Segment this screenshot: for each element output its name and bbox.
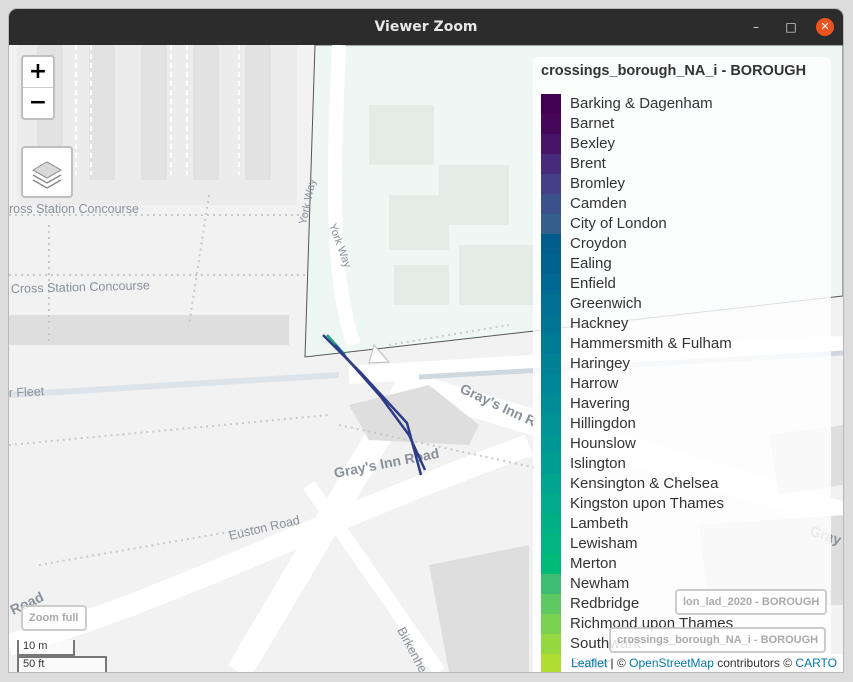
legend-item-label: Hounslow [570,435,636,452]
legend-title: crossings_borough_NA_i - BOROUGH [541,63,807,79]
legend-color-bar [541,94,561,672]
legend-swatch [541,134,561,154]
legend-item-label: Islington [570,455,626,472]
zoom-in-button[interactable]: + [23,57,53,87]
maximize-button[interactable]: □ [782,18,800,36]
legend-swatch [541,174,561,194]
close-button[interactable]: ✕ [816,18,834,36]
legend-swatch [541,314,561,334]
legend-item-label: Havering [570,395,631,412]
legend-swatch [541,294,561,314]
legend-swatch [541,114,561,134]
legend-swatch [541,534,561,554]
legend-item-label: City of London [570,215,667,232]
viewer-zoom-window: Viewer Zoom – □ ✕ ross Station Concourse… [9,9,843,672]
legend-item-label: Hillingdon [570,415,636,432]
legend-swatch [541,454,561,474]
legend-item-label: Barking & Dagenham [570,95,713,112]
legend-swatch [541,634,561,654]
legend-swatch [541,334,561,354]
leaflet-link[interactable]: Leaflet [571,656,607,670]
zoom-out-button[interactable]: − [23,87,53,118]
legend-item-label: Camden [570,195,627,212]
legend-item-label: Ealing [570,255,612,272]
legend-swatch [541,94,561,114]
legend-swatch [541,254,561,274]
legend-swatch [541,614,561,634]
legend-swatch [541,554,561,574]
legend-swatch [541,374,561,394]
zoom-full-button[interactable]: Zoom full [21,605,87,631]
legend-item-label: Greenwich [570,295,642,312]
window-title: Viewer Zoom [374,19,478,35]
legend-swatch [541,354,561,374]
legend-swatch [541,154,561,174]
legend-labels: Barking & Dagenham Barnet Bexley Brent Broml… [570,94,733,672]
legend-swatch [541,194,561,214]
legend-swatch [541,654,561,672]
legend-item-label: Bexley [570,135,616,152]
legend-item-label: Brent [570,155,606,172]
legend-swatch [541,574,561,594]
legend-item-label: Barnet [570,115,615,132]
legend-swatch [541,214,561,234]
scale-metric: 10 m [17,640,75,656]
scale-imperial: 50 ft [17,656,107,672]
legend-item-label: Bromley [570,175,626,192]
attribution: Leaflet | © OpenStreetMap contributors ©… [565,654,843,672]
legend-item-label: Hackney [570,315,629,332]
legend-swatch [541,394,561,414]
layer-button-crossings[interactable]: crossings_borough_NA_i - BOROUGH [609,627,827,653]
layers-control[interactable] [21,146,73,198]
minimize-button[interactable]: – [747,18,765,36]
legend-item-label: Harrow [570,375,619,392]
legend-item-label: Kensington & Chelsea [570,475,719,492]
layers-icon [31,161,63,189]
attribution-sep-2: contributors © [713,656,796,670]
legend-swatch [541,494,561,514]
legend-swatch [541,274,561,294]
legend-swatch [541,594,561,614]
legend-swatch [541,434,561,454]
legend-swatch [541,234,561,254]
legend-item-label: Kingston upon Thames [570,495,724,512]
zoom-control: + − [21,55,55,120]
map-canvas[interactable]: ross Station Concourse Cross Station Con… [9,45,843,672]
carto-link[interactable]: CARTO [795,656,837,670]
legend-item-label: Hammersmith & Fulham [570,335,732,352]
legend-item-label: Lewisham [570,535,638,552]
legend-item-label: Enfield [570,275,616,292]
label-station-concourse-1: ross Station Concourse [9,202,139,216]
legend-item-label: Merton [570,555,617,572]
attribution-sep-1: | © [607,656,630,670]
legend-swatch [541,414,561,434]
title-bar[interactable]: Viewer Zoom – □ ✕ [9,9,843,45]
osm-link[interactable]: OpenStreetMap [629,656,714,670]
layer-button-lad[interactable]: lon_lad_2020 - BOROUGH [675,589,828,615]
legend-item-label: Haringey [570,355,631,372]
legend-panel: crossings_borough_NA_i - BOROUGH Barking… [533,57,831,672]
label-fleet: r Fleet [9,384,45,400]
legend-item-label: Lambeth [570,515,629,532]
legend-swatch [541,514,561,534]
legend-item-label: Croydon [570,235,627,252]
legend-swatch [541,474,561,494]
